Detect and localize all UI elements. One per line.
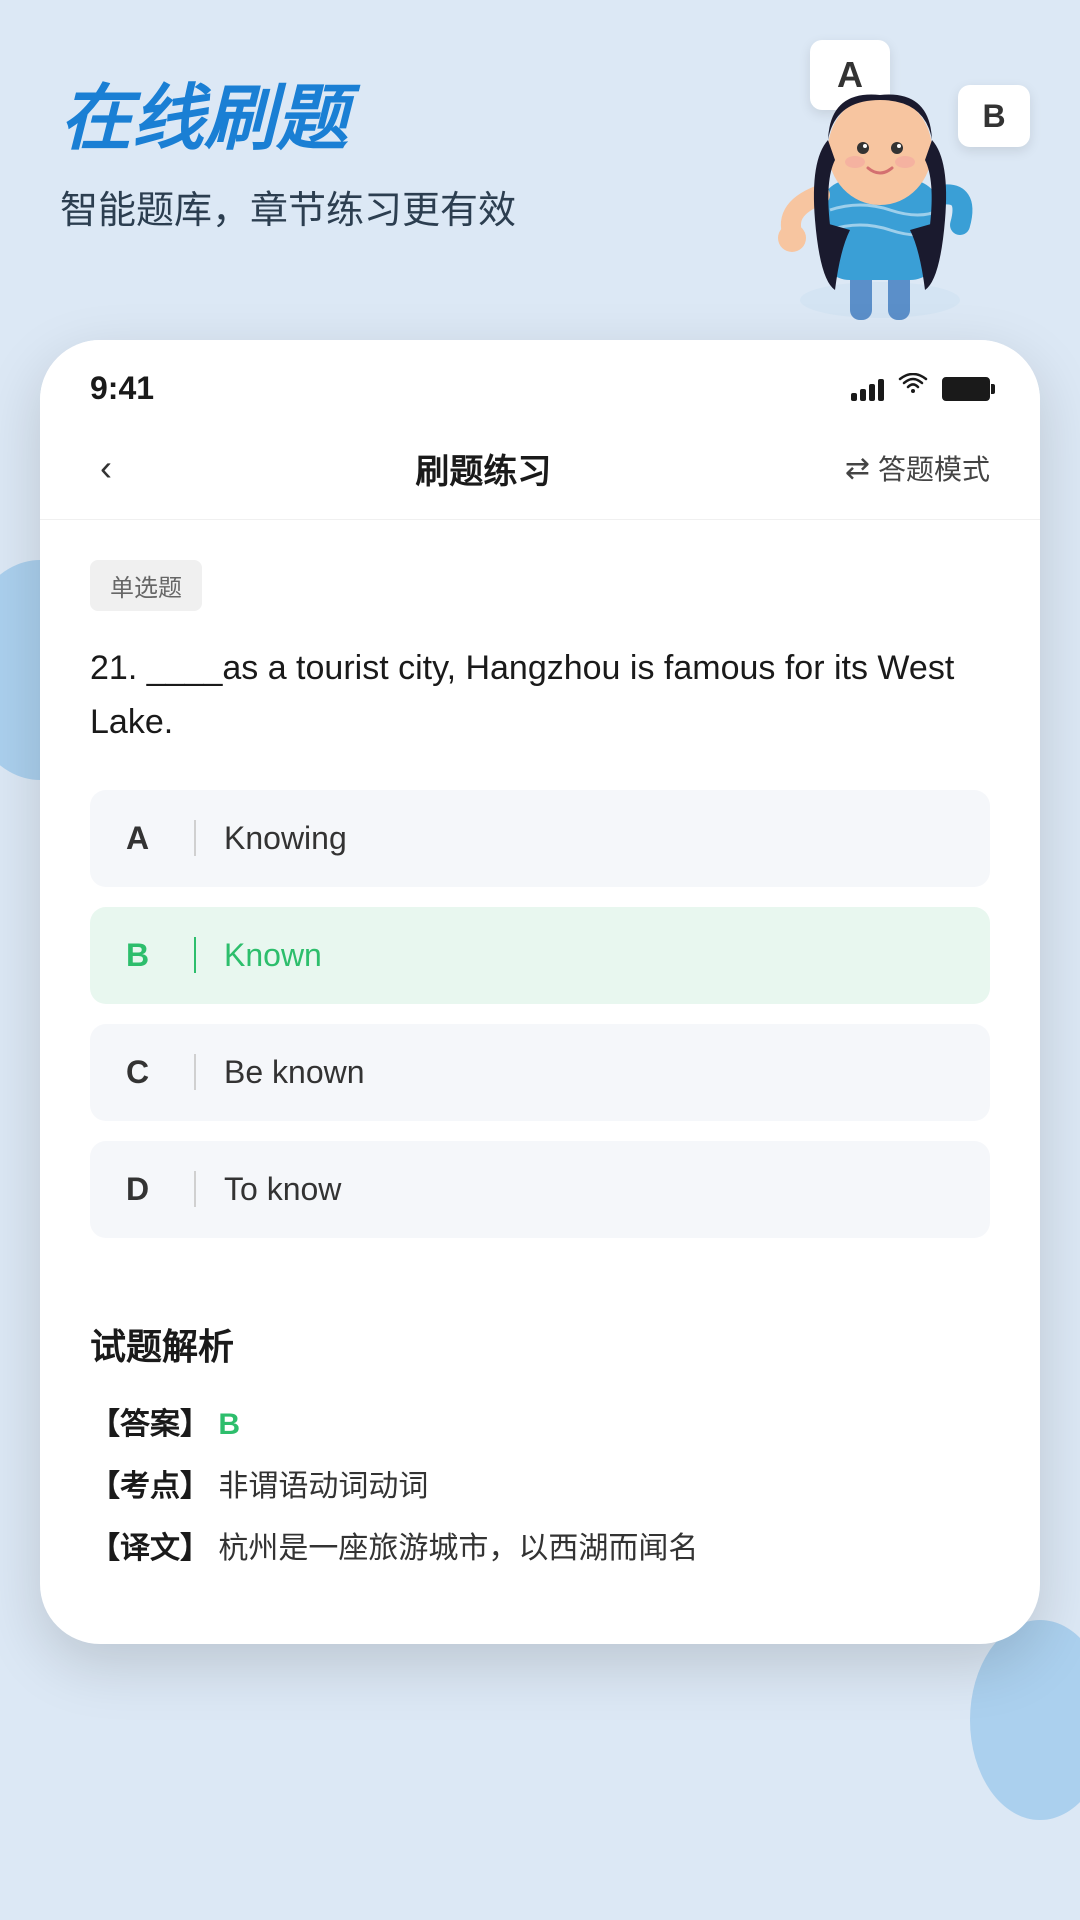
answer-mode-label: 答题模式	[878, 448, 990, 488]
option-b-text: Known	[224, 937, 322, 974]
battery-icon	[942, 377, 990, 401]
analysis-answer-label: 【答案】	[90, 1408, 210, 1441]
status-bar: 9:41	[40, 340, 1040, 417]
question-area: 单选题 21. ____as a tourist city, Hangzhou …	[40, 520, 1040, 1278]
decoration-blob-right	[970, 1620, 1080, 1820]
question-text: 21. ____as a tourist city, Hangzhou is f…	[90, 641, 990, 750]
answer-mode-icon: ⇄	[845, 451, 870, 486]
option-d-letter: D	[126, 1171, 166, 1208]
option-c-letter: C	[126, 1054, 166, 1091]
status-time: 9:41	[90, 370, 154, 407]
nav-title: 刷题练习	[415, 444, 551, 493]
wifi-icon	[898, 373, 928, 404]
option-c-divider	[194, 1054, 196, 1090]
character-svg	[750, 80, 1010, 340]
option-d[interactable]: D To know	[90, 1141, 990, 1238]
option-a[interactable]: A Knowing	[90, 790, 990, 887]
analysis-translation-value: 杭州是一座旅游城市，以西湖而闻名	[218, 1532, 698, 1565]
option-b-divider	[194, 937, 196, 973]
answer-mode-button[interactable]: ⇄ 答题模式	[845, 448, 990, 488]
option-b[interactable]: B Known	[90, 907, 990, 1004]
analysis-knowledge-value: 非谓语动词动词	[218, 1470, 428, 1503]
nav-bar: ‹ 刷题练习 ⇄ 答题模式	[40, 417, 1040, 520]
option-c[interactable]: C Be known	[90, 1024, 990, 1121]
back-button[interactable]: ‹	[90, 437, 122, 499]
options-list: A Knowing B Known C Be known D To know	[90, 790, 990, 1238]
analysis-section: 试题解析 【答案】 B 【考点】 非谓语动词动词 【译文】 杭州是一座旅游城市，…	[40, 1278, 1040, 1604]
question-type-badge: 单选题	[90, 560, 202, 611]
analysis-answer-line: 【答案】 B	[90, 1398, 990, 1452]
analysis-answer-value: B	[218, 1408, 240, 1441]
status-icons	[851, 373, 990, 404]
option-d-text: To know	[224, 1171, 341, 1208]
analysis-knowledge-label: 【考点】	[90, 1470, 210, 1503]
option-c-text: Be known	[224, 1054, 365, 1091]
analysis-title: 试题解析	[90, 1318, 990, 1370]
option-a-divider	[194, 820, 196, 856]
signal-icon	[851, 377, 884, 401]
illustration: A B	[720, 30, 1040, 340]
analysis-knowledge-line: 【考点】 非谓语动词动词	[90, 1460, 990, 1514]
option-a-text: Knowing	[224, 820, 347, 857]
phone-mockup: 9:41 ‹ 刷题练习	[40, 340, 1040, 1644]
header-area: 在线刷题 智能题库，章节练习更有效 A B	[0, 0, 1080, 340]
analysis-translation-line: 【译文】 杭州是一座旅游城市，以西湖而闻名	[90, 1522, 990, 1576]
option-b-letter: B	[126, 937, 166, 974]
analysis-translation-label: 【译文】	[90, 1532, 210, 1565]
option-d-divider	[194, 1171, 196, 1207]
option-a-letter: A	[126, 820, 166, 857]
